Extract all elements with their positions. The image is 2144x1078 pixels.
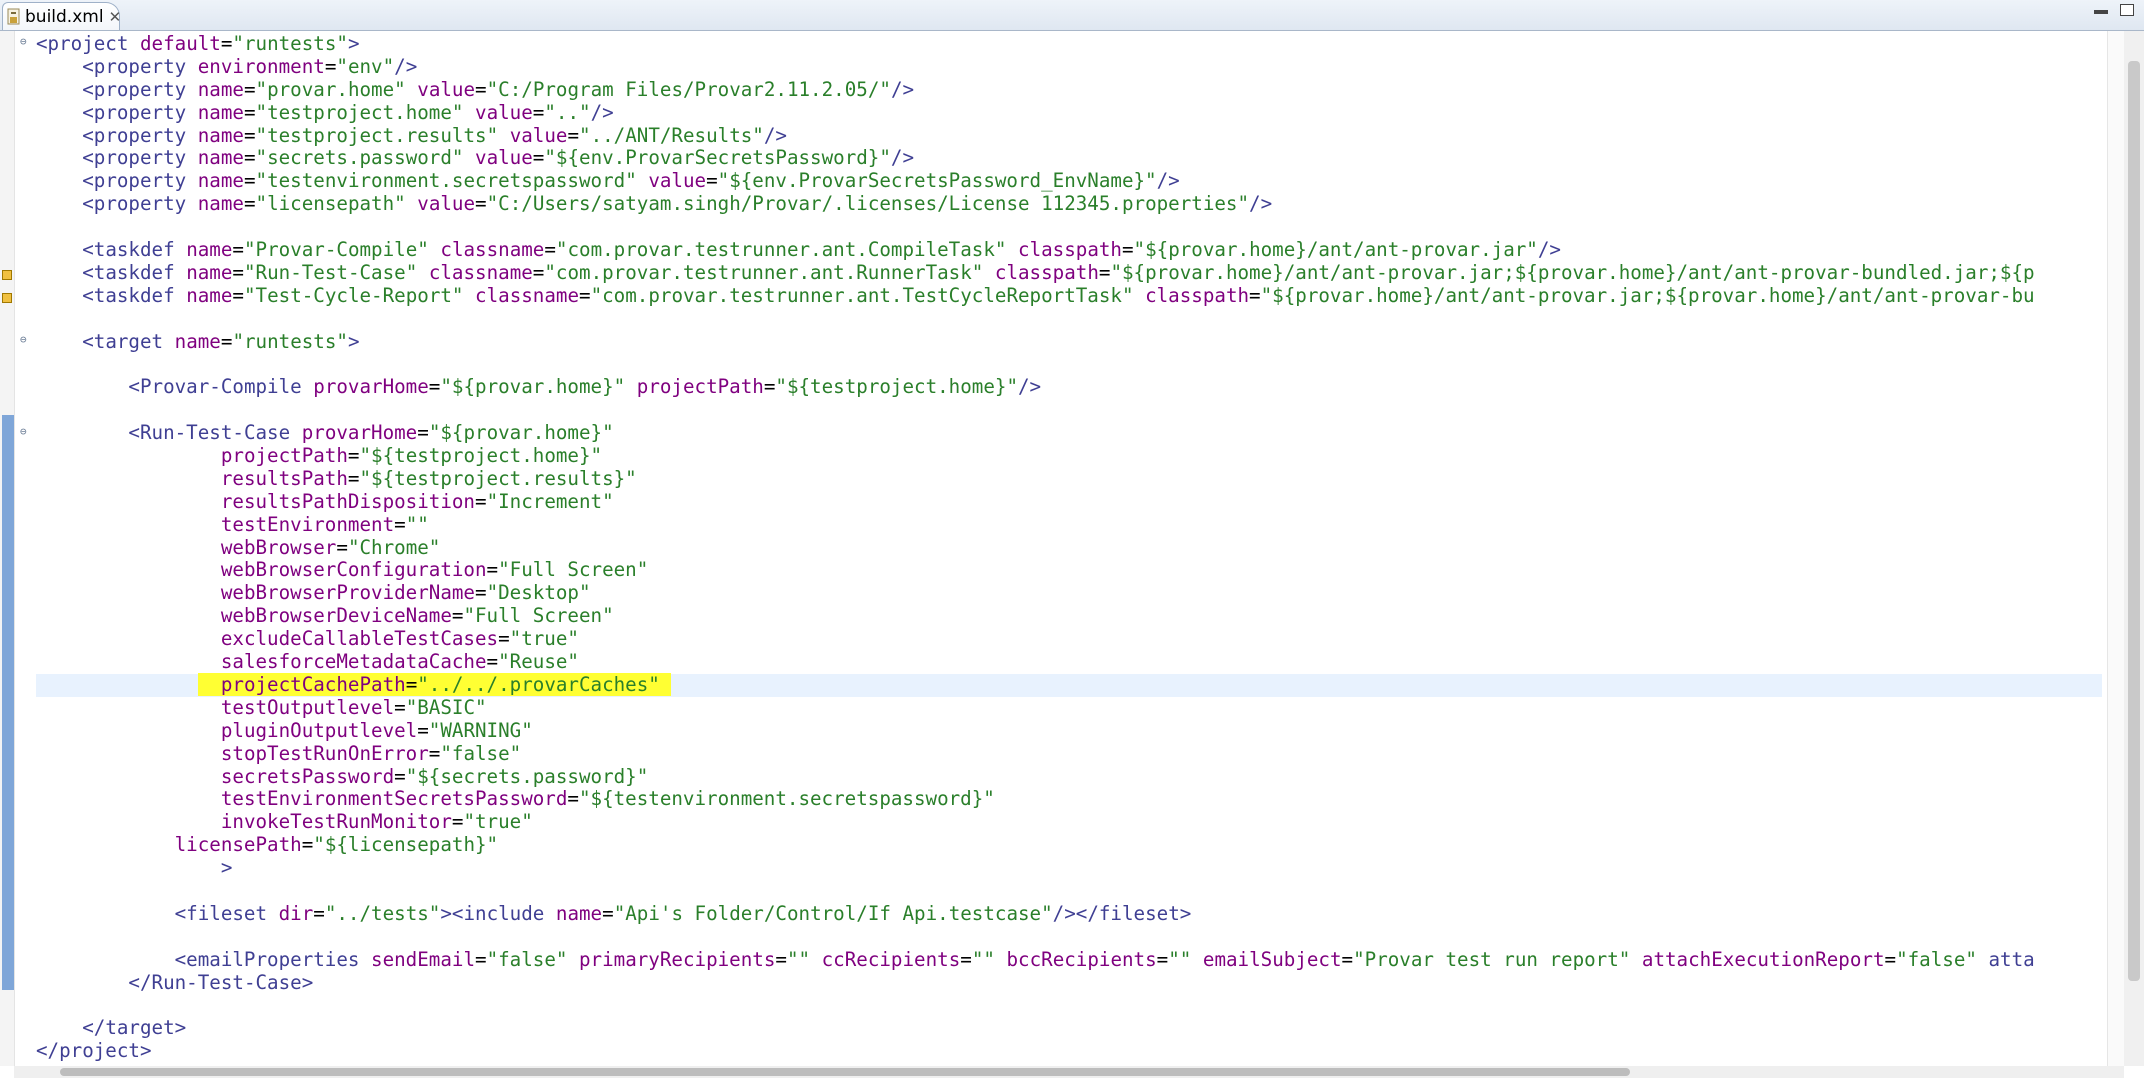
code-line[interactable]: webBrowserConfiguration="Full Screen" bbox=[36, 559, 2102, 582]
code-line[interactable]: <property name="testproject.results" val… bbox=[36, 124, 2102, 148]
horizontal-scrollbar-thumb[interactable] bbox=[60, 1068, 1630, 1076]
code-line[interactable]: stopTestRunOnError="false" bbox=[36, 742, 2102, 766]
maximize-icon[interactable] bbox=[2120, 4, 2134, 16]
code-line[interactable]: projectPath="${testproject.home}" bbox=[36, 444, 2102, 468]
code-line[interactable]: resultsPath="${testproject.results}" bbox=[36, 467, 2102, 491]
code-line[interactable] bbox=[36, 216, 2102, 239]
code-line[interactable]: <project default="runtests"> bbox=[36, 33, 2102, 56]
code-line[interactable]: testEnvironment="" bbox=[36, 513, 2102, 537]
code-line[interactable]: excludeCallableTestCases="true" bbox=[36, 627, 2102, 651]
code-line[interactable] bbox=[36, 399, 2102, 422]
code-line[interactable]: </target> bbox=[36, 1016, 2102, 1040]
code-line[interactable]: <property name="licensepath" value="C:/U… bbox=[36, 192, 2102, 216]
code-line[interactable]: <taskdef name="Test-Cycle-Report" classn… bbox=[36, 284, 2102, 308]
code-line[interactable]: invokeTestRunMonitor="true" bbox=[36, 810, 2102, 834]
code-line[interactable]: <Run-Test-Case provarHome="${provar.home… bbox=[36, 421, 2102, 445]
code-line[interactable]: <property name="provar.home" value="C:/P… bbox=[36, 78, 2102, 102]
code-line[interactable]: projectCachePath="../../.provarCaches" bbox=[36, 672, 2102, 697]
code-line[interactable] bbox=[36, 880, 2102, 903]
code-line[interactable]: salesforceMetadataCache="Reuse" bbox=[36, 650, 2102, 674]
fold-icon[interactable]: ⊖ bbox=[20, 36, 30, 47]
vertical-scrollbar[interactable] bbox=[2124, 31, 2144, 1066]
xml-editor[interactable]: ⊖ ⊖ ⊖ <project default="runtests"> <prop… bbox=[0, 31, 2144, 1078]
horizontal-scrollbar[interactable] bbox=[14, 1066, 2124, 1078]
xml-file-icon bbox=[6, 8, 22, 26]
code-line[interactable]: > bbox=[36, 856, 2102, 880]
code-line[interactable] bbox=[36, 353, 2102, 376]
code-line[interactable]: <property name="testproject.home" value=… bbox=[36, 101, 2102, 125]
warning-icon[interactable] bbox=[2, 293, 12, 303]
code-area[interactable]: <project default="runtests"> <property e… bbox=[36, 33, 2102, 1063]
code-line[interactable]: webBrowser="Chrome" bbox=[36, 536, 2102, 560]
code-line[interactable]: testEnvironmentSecretsPassword="${testen… bbox=[36, 787, 2102, 811]
fold-icon[interactable]: ⊖ bbox=[20, 426, 30, 437]
code-line[interactable]: </project> bbox=[36, 1039, 2102, 1063]
code-line[interactable]: <property name="testenvironment.secretsp… bbox=[36, 169, 2102, 193]
tab-build-xml[interactable]: build.xml ✕ bbox=[2, 2, 122, 30]
code-line[interactable]: secretsPassword="${secrets.password}" bbox=[36, 765, 2102, 789]
code-line[interactable]: <emailProperties sendEmail="false" prima… bbox=[36, 948, 2102, 972]
code-line[interactable]: <property name="secrets.password" value=… bbox=[36, 147, 2102, 170]
code-line[interactable]: pluginOutputlevel="WARNING" bbox=[36, 719, 2102, 743]
warning-icon[interactable] bbox=[2, 270, 12, 280]
minimize-icon[interactable] bbox=[2094, 10, 2108, 14]
vertical-scrollbar-thumb[interactable] bbox=[2128, 61, 2140, 981]
tab-title: build.xml bbox=[25, 6, 104, 27]
code-line[interactable]: webBrowserDeviceName="Full Screen" bbox=[36, 604, 2102, 628]
code-line[interactable]: <property environment="env"/> bbox=[36, 55, 2102, 79]
close-icon[interactable]: ✕ bbox=[109, 8, 122, 26]
quick-diff-change-bar bbox=[2, 415, 14, 990]
code-line[interactable] bbox=[36, 926, 2102, 949]
code-line[interactable] bbox=[36, 994, 2102, 1017]
code-line[interactable]: </Run-Test-Case> bbox=[36, 971, 2102, 995]
code-line[interactable]: resultsPathDisposition="Increment" bbox=[36, 490, 2102, 514]
code-line[interactable]: <target name="runtests"> bbox=[36, 330, 2102, 354]
editor-tab-bar: build.xml ✕ bbox=[0, 0, 2144, 31]
code-line[interactable]: testOutputlevel="BASIC" bbox=[36, 696, 2102, 720]
code-line[interactable]: licensePath="${licensepath}" bbox=[36, 833, 2102, 857]
code-line[interactable]: webBrowserProviderName="Desktop" bbox=[36, 581, 2102, 605]
code-line[interactable]: <taskdef name="Provar-Compile" classname… bbox=[36, 238, 2102, 262]
code-line[interactable]: <Provar-Compile provarHome="${provar.hom… bbox=[36, 375, 2102, 399]
code-line[interactable]: <taskdef name="Run-Test-Case" classname=… bbox=[36, 261, 2102, 285]
code-line[interactable] bbox=[36, 308, 2102, 331]
fold-icon[interactable]: ⊖ bbox=[20, 334, 30, 345]
code-line[interactable]: <fileset dir="../tests"><include name="A… bbox=[36, 902, 2102, 926]
